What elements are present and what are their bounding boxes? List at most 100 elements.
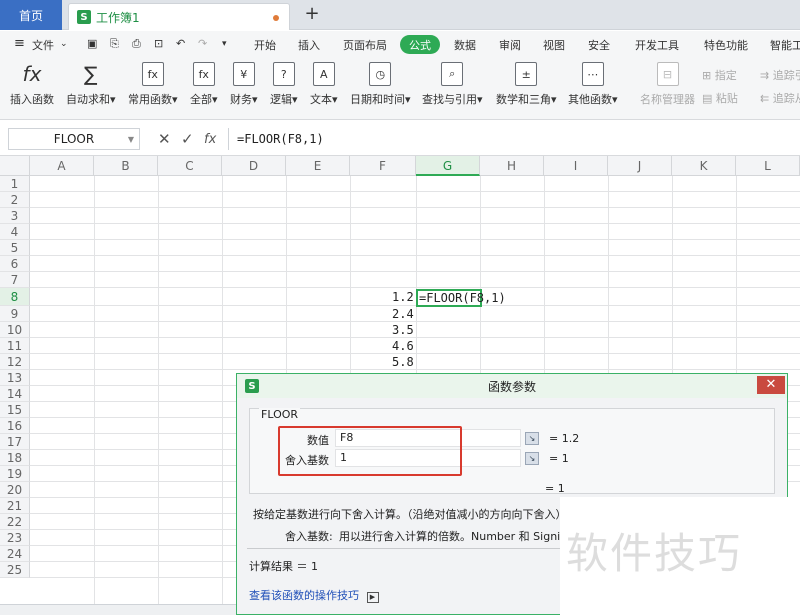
row-header-13[interactable]: 13: [0, 370, 30, 386]
cell-f8[interactable]: 1.2: [392, 290, 414, 304]
column-header-f[interactable]: F: [350, 156, 416, 176]
row-header-16[interactable]: 16: [0, 418, 30, 434]
row-header-4[interactable]: 4: [0, 224, 30, 240]
menu-features[interactable]: 特色功能: [704, 37, 748, 53]
logic-button[interactable]: ? 逻辑▾: [270, 62, 298, 107]
row-header-12[interactable]: 12: [0, 354, 30, 370]
name-box[interactable]: FLOOR ▼: [8, 128, 140, 150]
menu-security[interactable]: 安全: [588, 37, 610, 53]
confirm-icon[interactable]: ✓: [181, 130, 194, 148]
row-header-17[interactable]: 17: [0, 434, 30, 450]
export-icon[interactable]: ⎘: [110, 37, 119, 51]
other-functions-button[interactable]: ⋯ 其他函数▾: [568, 62, 618, 107]
select-all-corner[interactable]: [0, 156, 30, 176]
row-header-21[interactable]: 21: [0, 498, 30, 514]
row-header-15[interactable]: 15: [0, 402, 30, 418]
column-header-d[interactable]: D: [222, 156, 286, 176]
undo-icon[interactable]: ↶: [176, 37, 185, 50]
dialog-close-button[interactable]: ✕: [757, 376, 785, 394]
finance-button[interactable]: ¥ 财务▾: [230, 62, 258, 107]
print-icon[interactable]: ⎙: [132, 37, 141, 51]
menu-data[interactable]: 数据: [454, 37, 476, 53]
menu-home[interactable]: 开始: [254, 37, 276, 53]
trace-precedents-button[interactable]: ⇉ 追踪引: [760, 67, 800, 83]
function-help-link[interactable]: 查看该函数的操作技巧 ▶: [249, 587, 379, 603]
save-icon[interactable]: ▣: [87, 37, 97, 50]
column-header-h[interactable]: H: [480, 156, 544, 176]
column-header-g[interactable]: G: [416, 156, 480, 176]
sheet-tab-bar[interactable]: [0, 604, 236, 615]
tab-workbook[interactable]: S 工作簿1: [68, 3, 290, 30]
cell-f12[interactable]: 5.8: [392, 355, 414, 369]
chevron-down-icon[interactable]: ▼: [128, 135, 134, 144]
define-name-button[interactable]: ⊞ 指定: [702, 67, 737, 83]
row-header-1[interactable]: 1: [0, 176, 30, 192]
arg2-result: = 1: [549, 452, 569, 465]
column-header-a[interactable]: A: [30, 156, 94, 176]
row-header-10[interactable]: 10: [0, 322, 30, 338]
hamburger-icon[interactable]: ≡: [14, 36, 25, 51]
collapse-dialog-icon[interactable]: ↘: [525, 452, 539, 465]
cancel-icon[interactable]: ✕: [158, 130, 171, 148]
row-header-5[interactable]: 5: [0, 240, 30, 256]
menu-review[interactable]: 审阅: [499, 37, 521, 53]
row-header-18[interactable]: 18: [0, 450, 30, 466]
row-header-7[interactable]: 7: [0, 272, 30, 288]
name-manager-button[interactable]: ⊟ 名称管理器: [640, 62, 695, 107]
column-header-e[interactable]: E: [286, 156, 350, 176]
active-cell-g8[interactable]: =FLOOR(F8,1): [416, 289, 506, 307]
math-button[interactable]: ± 数学和三角▾: [496, 62, 557, 107]
menu-smart[interactable]: 智能工: [770, 37, 800, 53]
column-header-j[interactable]: J: [608, 156, 672, 176]
column-header-k[interactable]: K: [672, 156, 736, 176]
datetime-button[interactable]: ◷ 日期和时间▾: [350, 62, 411, 107]
row-header-9[interactable]: 9: [0, 306, 30, 322]
autosum-button[interactable]: ∑ 自动求和▾: [66, 62, 116, 107]
menu-page-layout[interactable]: 页面布局: [343, 37, 387, 53]
chevron-down-icon[interactable]: ⌄: [60, 39, 68, 49]
preview-icon[interactable]: ⊡: [154, 37, 163, 50]
row-header-22[interactable]: 22: [0, 514, 30, 530]
row-header-2[interactable]: 2: [0, 192, 30, 208]
menu-developer[interactable]: 开发工具: [635, 37, 679, 53]
common-functions-button[interactable]: fx 常用函数▾: [128, 62, 178, 107]
insert-function-button[interactable]: fx 插入函数: [10, 62, 54, 107]
row-header-20[interactable]: 20: [0, 482, 30, 498]
collapse-dialog-icon[interactable]: ↘: [525, 432, 539, 445]
row-header-11[interactable]: 11: [0, 338, 30, 354]
menu-formula[interactable]: 公式: [400, 35, 440, 54]
all-functions-button[interactable]: fx 全部▾: [190, 62, 218, 107]
column-header-i[interactable]: I: [544, 156, 608, 176]
spreadsheet-icon: S: [245, 379, 259, 393]
quick-access-dropdown-icon[interactable]: ▾: [222, 39, 227, 49]
row-header-6[interactable]: 6: [0, 256, 30, 272]
fx-icon[interactable]: fx: [204, 132, 216, 147]
column-header-c[interactable]: C: [158, 156, 222, 176]
menu-file[interactable]: 文件: [32, 37, 54, 53]
row-header-14[interactable]: 14: [0, 386, 30, 402]
row-header-23[interactable]: 23: [0, 530, 30, 546]
more-icon: ⋯: [581, 62, 604, 86]
row-header-25[interactable]: 25: [0, 562, 30, 578]
formula-input[interactable]: =FLOOR(F8,1): [228, 128, 800, 150]
row-header-8[interactable]: 8: [0, 288, 30, 306]
cell-f10[interactable]: 3.5: [392, 323, 414, 337]
cell-f9[interactable]: 2.4: [392, 307, 414, 321]
dialog-title-bar[interactable]: 函数参数: [237, 374, 787, 398]
row-header-24[interactable]: 24: [0, 546, 30, 562]
new-tab-button[interactable]: +: [302, 4, 322, 24]
menu-insert[interactable]: 插入: [298, 37, 320, 53]
column-header-b[interactable]: B: [94, 156, 158, 176]
tab-home[interactable]: 首页: [0, 0, 62, 30]
paste-name-button[interactable]: ▤ 粘贴: [702, 90, 738, 106]
column-header-l[interactable]: L: [736, 156, 800, 176]
function-description: 按给定基数进行向下舍入计算。（沿绝对值减小的方向向下舍入）: [253, 508, 567, 521]
trace-dependents-button[interactable]: ⇇ 追踪从: [760, 90, 800, 106]
cell-f11[interactable]: 4.6: [392, 339, 414, 353]
row-header-3[interactable]: 3: [0, 208, 30, 224]
redo-icon[interactable]: ↷: [198, 37, 207, 50]
menu-view[interactable]: 视图: [543, 37, 565, 53]
text-button[interactable]: A 文本▾: [310, 62, 338, 107]
lookup-button[interactable]: ⌕ 查找与引用▾: [422, 62, 483, 107]
row-header-19[interactable]: 19: [0, 466, 30, 482]
